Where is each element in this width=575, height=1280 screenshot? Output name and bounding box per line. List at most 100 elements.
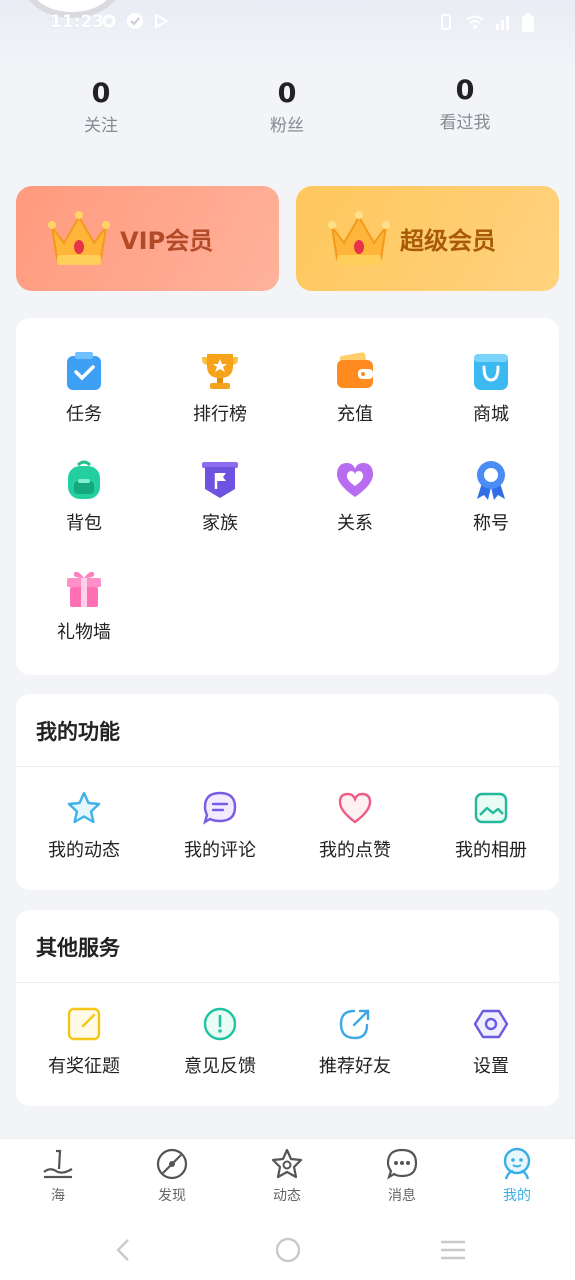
- grid-item-family[interactable]: 家族: [160, 459, 280, 535]
- wallet-icon: [334, 350, 376, 392]
- trophy-icon: [199, 350, 241, 392]
- tab-label: 发现: [158, 1188, 186, 1204]
- tab-label: 我的: [503, 1188, 531, 1204]
- shopping-bag-icon: [470, 350, 512, 392]
- stat-visitors[interactable]: 0 看过我: [405, 71, 525, 135]
- stats-row: 0 关注 0 粉丝 0 看过我: [0, 74, 575, 144]
- super-member-card[interactable]: 超级会员: [296, 186, 559, 291]
- badge-ribbon-icon: [470, 459, 512, 501]
- row-label: 推荐好友: [319, 1056, 391, 1077]
- moments-icon: [270, 1147, 304, 1181]
- play-icon: [152, 12, 170, 30]
- status-time: 11:23: [50, 12, 105, 32]
- row-label: 有奖征题: [48, 1056, 120, 1077]
- like-heart-icon: [337, 790, 373, 826]
- row-label: 意见反馈: [184, 1056, 256, 1077]
- grid-item-recharge[interactable]: 充值: [295, 350, 415, 426]
- stat-label: 看过我: [439, 113, 491, 133]
- album-icon: [473, 790, 509, 826]
- my-likes-item[interactable]: 我的点赞: [295, 790, 415, 862]
- other-services-card: 其他服务 有奖征题 意见反馈 推荐好友 设置: [16, 910, 559, 1106]
- tab-messages[interactable]: 消息: [362, 1147, 442, 1205]
- section-title: 我的功能: [36, 720, 120, 744]
- grid-label: 礼物墙: [57, 622, 111, 643]
- wifi-icon: [465, 13, 485, 37]
- backpack-icon: [63, 459, 105, 501]
- my-comments-item[interactable]: 我的评论: [160, 790, 280, 862]
- recommend-friend-item[interactable]: 推荐好友: [295, 1006, 415, 1078]
- discover-icon: [155, 1147, 189, 1181]
- crown-icon: [326, 209, 392, 269]
- settings-icon: [473, 1006, 509, 1042]
- row-label: 设置: [473, 1056, 509, 1077]
- row-label: 我的点赞: [319, 840, 391, 861]
- tab-moments[interactable]: 动态: [247, 1147, 327, 1205]
- row-label: 我的动态: [48, 840, 120, 861]
- vibrate-icon: [437, 13, 455, 37]
- my-album-item[interactable]: 我的相册: [431, 790, 551, 862]
- prize-question-item[interactable]: 有奖征题: [24, 1006, 144, 1078]
- crown-icon: [46, 209, 112, 269]
- status-bar: 11:23: [0, 0, 575, 46]
- grid-item-title[interactable]: 称号: [431, 459, 551, 535]
- feedback-item[interactable]: 意见反馈: [160, 1006, 280, 1078]
- tab-label: 动态: [273, 1188, 301, 1204]
- edit-icon: [66, 1006, 102, 1042]
- comment-icon: [202, 790, 238, 826]
- vip-member-label: VIP会员: [120, 227, 214, 255]
- stat-label: 关注: [84, 116, 118, 136]
- bottom-tab-bar: 海 发现 动态 消息 我的: [0, 1138, 575, 1218]
- stat-value: 0: [91, 78, 111, 109]
- vip-member-card[interactable]: VIP会员: [16, 186, 279, 291]
- task-icon: [63, 350, 105, 392]
- tab-discover[interactable]: 发现: [132, 1147, 212, 1205]
- star-icon: [66, 790, 102, 826]
- tab-label: 消息: [388, 1188, 416, 1204]
- grid-label: 关系: [337, 513, 373, 534]
- grid-label: 称号: [473, 513, 509, 534]
- message-icon: [385, 1147, 419, 1181]
- grid-label: 任务: [66, 404, 102, 425]
- section-title: 其他服务: [36, 936, 120, 960]
- back-icon[interactable]: [110, 1236, 138, 1264]
- grid-label: 充值: [337, 404, 373, 425]
- row-label: 我的相册: [455, 840, 527, 861]
- signal-icon: [495, 13, 511, 37]
- tab-sea[interactable]: 海: [18, 1147, 98, 1205]
- stat-following[interactable]: 0 关注: [41, 74, 161, 138]
- share-icon: [337, 1006, 373, 1042]
- tab-label: 海: [51, 1188, 65, 1204]
- divider: [16, 766, 559, 767]
- super-member-label: 超级会员: [400, 227, 496, 255]
- home-icon[interactable]: [274, 1236, 302, 1264]
- my-functions-card: 我的功能 我的动态 我的评论 我的点赞 我的相册: [16, 694, 559, 890]
- grid-item-relation[interactable]: 关系: [295, 459, 415, 535]
- stat-followers[interactable]: 0 粉丝: [227, 74, 347, 138]
- settings-item[interactable]: 设置: [431, 1006, 551, 1078]
- system-nav-bar: [0, 1218, 575, 1280]
- heart-icon: [334, 459, 376, 501]
- stat-value: 0: [277, 78, 297, 109]
- grid-item-gift-wall[interactable]: 礼物墙: [24, 568, 144, 644]
- profile-icon: [500, 1147, 534, 1181]
- battery-icon: [521, 13, 535, 37]
- gift-icon: [63, 568, 105, 610]
- grid-label: 排行榜: [193, 404, 247, 425]
- grid-item-task[interactable]: 任务: [24, 350, 144, 426]
- grid-item-ranking[interactable]: 排行榜: [160, 350, 280, 426]
- my-moments-item[interactable]: 我的动态: [24, 790, 144, 862]
- family-flag-icon: [199, 459, 241, 501]
- grid-item-mall[interactable]: 商城: [431, 350, 551, 426]
- grid-item-backpack[interactable]: 背包: [24, 459, 144, 535]
- grid-label: 背包: [66, 513, 102, 534]
- divider: [16, 982, 559, 983]
- sea-icon: [41, 1147, 75, 1181]
- feedback-icon: [202, 1006, 238, 1042]
- grid-label: 商城: [473, 404, 509, 425]
- recents-icon[interactable]: [439, 1236, 467, 1264]
- feature-grid-card: 任务 排行榜 充值 商城 背包 家族 关系 称号 礼物墙: [16, 318, 559, 675]
- row-label: 我的评论: [184, 840, 256, 861]
- grid-label: 家族: [202, 513, 238, 534]
- tab-profile[interactable]: 我的: [477, 1147, 557, 1205]
- check-badge-icon: [126, 12, 144, 30]
